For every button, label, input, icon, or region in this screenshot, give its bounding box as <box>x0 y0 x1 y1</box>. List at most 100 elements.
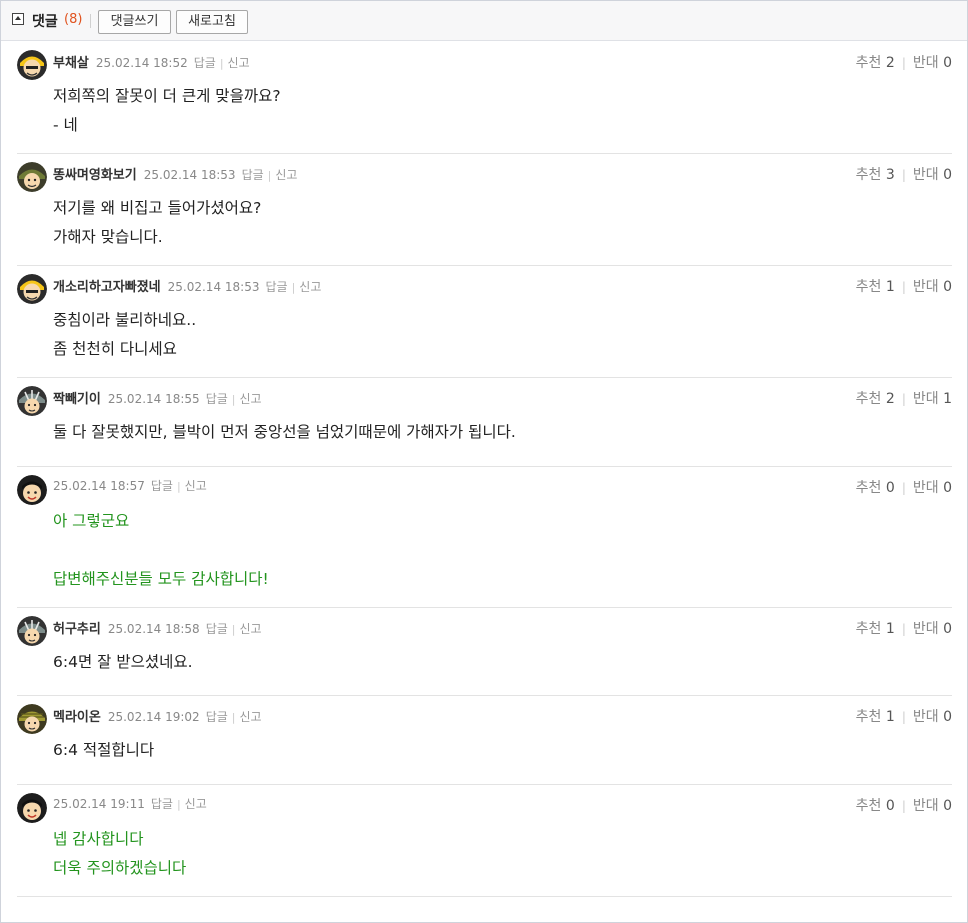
comment-date: 25.02.14 18:52 <box>95 56 188 70</box>
vote-box: 추천 2 | 반대 0 <box>856 52 952 72</box>
report-link[interactable]: 신고 <box>185 797 207 811</box>
comment-meta: 개소리하고자빠졌네 25.02.14 18:53 답글 | 신고 <box>53 276 321 295</box>
oppose-count: 0 <box>943 167 952 183</box>
reply-link[interactable]: 답글 <box>206 622 228 636</box>
comment-line: 더욱 주의하겠습니다 <box>53 859 187 877</box>
comment-author[interactable]: 개소리하고자빠졌네 <box>53 280 161 295</box>
action-divider: | <box>219 57 224 70</box>
striped-helmet-avatar[interactable] <box>17 616 47 646</box>
reply-link[interactable]: 답글 <box>242 168 264 182</box>
oppose-button[interactable]: 반대 <box>913 279 939 295</box>
reply-link[interactable]: 답글 <box>206 392 228 406</box>
refresh-button[interactable]: 새로고침 <box>176 10 248 34</box>
comment-author[interactable]: 부채살 <box>53 56 89 71</box>
recommend-count: 1 <box>885 621 895 637</box>
black-hair-avatar[interactable] <box>17 475 47 505</box>
oppose-count: 0 <box>943 709 952 725</box>
comment-line: 넵 감사합니다 <box>53 830 144 848</box>
recommend-count: 2 <box>885 55 895 71</box>
recommend-count: 2 <box>885 391 895 407</box>
recommend-count: 1 <box>885 279 895 295</box>
oppose-button[interactable]: 반대 <box>913 391 939 407</box>
comment-date: 25.02.14 18:58 <box>107 622 200 636</box>
report-link[interactable]: 신고 <box>275 168 297 182</box>
action-divider: | <box>231 711 236 724</box>
recommend-count: 0 <box>885 480 895 496</box>
comment-line: - 네 <box>53 116 78 134</box>
green-helmet-avatar[interactable] <box>17 162 47 192</box>
comment-author[interactable]: 멕라이온 <box>53 710 101 725</box>
report-link[interactable]: 신고 <box>185 479 207 493</box>
vote-box: 추천 0 | 반대 0 <box>856 795 952 815</box>
report-link[interactable]: 신고 <box>240 710 262 724</box>
action-divider: | <box>231 623 236 636</box>
comment-body: 저희쪽의 잘못이 더 큰게 맞을까요? - 네 <box>53 82 281 140</box>
vote-box: 추천 3 | 반대 0 <box>856 164 952 184</box>
comment-author[interactable]: 똥싸며영화보기 <box>53 168 137 183</box>
comment-meta: 부채살 25.02.14 18:52 답글 | 신고 <box>53 52 250 71</box>
comment-line <box>53 536 269 565</box>
reply-link[interactable]: 답글 <box>265 280 287 294</box>
oppose-button[interactable]: 반대 <box>913 621 939 637</box>
vote-divider: | <box>901 392 906 406</box>
comment-count: (8) <box>64 12 83 27</box>
recommend-button[interactable]: 추천 <box>856 279 882 295</box>
reply-link[interactable]: 답글 <box>151 797 173 811</box>
reply-link[interactable]: 답글 <box>151 479 173 493</box>
oppose-count: 0 <box>943 279 952 295</box>
recommend-button[interactable]: 추천 <box>856 391 882 407</box>
comment-line: 저희쪽의 잘못이 더 큰게 맞을까요? <box>53 87 281 105</box>
comment-meta: 멕라이온 25.02.14 19:02 답글 | 신고 <box>53 706 262 725</box>
recommend-button[interactable]: 추천 <box>856 167 882 183</box>
report-link[interactable]: 신고 <box>299 280 321 294</box>
reply-link[interactable]: 답글 <box>194 56 216 70</box>
comment-line: 답변해주신분들 모두 감사합니다! <box>53 570 269 588</box>
report-link[interactable]: 신고 <box>240 392 262 406</box>
oppose-button[interactable]: 반대 <box>913 798 939 814</box>
comment-body: 저기를 왜 비집고 들어가셨어요? 가해자 맞습니다. <box>53 194 261 252</box>
comment-meta: 25.02.14 19:11 답글 | 신고 <box>53 795 207 812</box>
collapse-toggle-icon[interactable] <box>12 13 24 25</box>
comment-item: 짝빼기이 25.02.14 18:55 답글 | 신고 둘 다 잘못했지만, 블박이 먼저… <box>17 385 952 467</box>
comment-date: 25.02.14 18:53 <box>143 168 236 182</box>
comment-item: 25.02.14 19:11 답글 | 신고넵 감사합니다더욱 주의하겠습니다 추천 0… <box>17 792 952 897</box>
comment-date: 25.02.14 19:02 <box>107 710 200 724</box>
report-link[interactable]: 신고 <box>228 56 250 70</box>
action-divider: | <box>176 480 181 493</box>
yellow-helmet-avatar[interactable] <box>17 274 47 304</box>
oppose-button[interactable]: 반대 <box>913 55 939 71</box>
recommend-count: 3 <box>885 167 895 183</box>
olive-helmet-avatar[interactable] <box>17 704 47 734</box>
comment-author[interactable]: 짝빼기이 <box>53 392 101 407</box>
black-hair-avatar[interactable] <box>17 793 47 823</box>
comment-item: 25.02.14 18:57 답글 | 신고 아 그렇군요 답변해주신분들 모두 감사합니… <box>17 474 952 608</box>
comment-body: 중침이라 불리하네요.. 좀 천천히 다니세요 <box>53 306 196 364</box>
oppose-count: 0 <box>943 798 952 814</box>
recommend-button[interactable]: 추천 <box>856 709 882 725</box>
write-comment-button[interactable]: 댓글쓰기 <box>98 10 171 34</box>
striped-helmet-avatar[interactable] <box>17 386 47 416</box>
report-link[interactable]: 신고 <box>240 622 262 636</box>
recommend-button[interactable]: 추천 <box>856 621 882 637</box>
oppose-button[interactable]: 반대 <box>913 709 939 725</box>
recommend-button[interactable]: 추천 <box>856 55 882 71</box>
oppose-button[interactable]: 반대 <box>913 167 939 183</box>
comment-body: 둘 다 잘못했지만, 블박이 먼저 중앙선을 넘었기때문에 가해자가 됩니다. <box>53 418 516 447</box>
vote-box: 추천 0 | 반대 0 <box>856 477 952 497</box>
comment-author[interactable]: 허구추리 <box>53 622 101 637</box>
action-divider: | <box>231 393 236 406</box>
recommend-button[interactable]: 추천 <box>856 480 882 496</box>
reply-link[interactable]: 답글 <box>206 710 228 724</box>
recommend-button[interactable]: 추천 <box>856 798 882 814</box>
oppose-count: 1 <box>943 391 952 407</box>
comment-line: 6:4 적절합니다 <box>53 741 155 759</box>
comment-body: 6:4면 잘 받으셨네요. <box>53 648 193 677</box>
vote-divider: | <box>901 280 906 294</box>
comment-line: 가해자 맞습니다. <box>53 228 163 246</box>
yellow-helmet-avatar[interactable] <box>17 50 47 80</box>
vote-box: 추천 1 | 반대 0 <box>856 618 952 638</box>
action-divider: | <box>291 281 296 294</box>
oppose-button[interactable]: 반대 <box>913 480 939 496</box>
comment-date: 25.02.14 18:55 <box>107 392 200 406</box>
comment-line: 둘 다 잘못했지만, 블박이 먼저 중앙선을 넘었기때문에 가해자가 됩니다. <box>53 423 516 441</box>
